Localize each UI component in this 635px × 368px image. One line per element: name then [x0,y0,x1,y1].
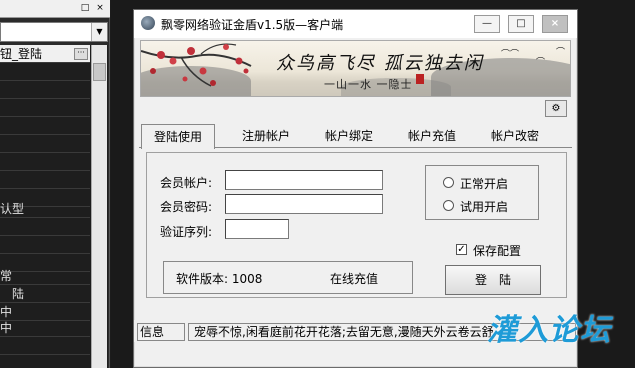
ide-row[interactable] [0,117,90,135]
tab-change-password[interactable]: 帐户改密 [478,124,552,148]
ide-row[interactable] [0,337,90,355]
ide-scrollbar[interactable] [91,45,107,368]
ide-row[interactable]: 陆 [0,285,90,303]
banner-poem: 众鸟高飞尽 孤云独去闲 [276,53,484,74]
title-bar[interactable]: 飘零网络验证金盾v1.5版—客户端 — □ × [134,10,577,38]
ide-row[interactable] [0,236,90,254]
status-label: 信息 [137,323,185,341]
ide-row[interactable] [0,63,90,81]
window-title: 飘零网络验证金盾v1.5版—客户端 [161,18,344,32]
app-logo-icon [141,16,155,30]
password-label: 会员密码: [160,200,213,214]
tab-login[interactable]: 登陆使用 [141,124,215,149]
ide-side-panel: □ × ▼ 钮_登陆 认型 常 陆 中 中 ··· [0,0,110,368]
ide-row[interactable] [0,153,90,171]
bird-icon: ⌒ [536,58,546,68]
ide-row[interactable]: 认型 [0,200,90,218]
account-label: 会员帐户: [160,176,213,190]
ide-row[interactable]: 中 [0,319,90,337]
tab-recharge[interactable]: 帐户充值 [395,124,469,148]
trial-mode-label[interactable]: 试用开启 [460,198,508,215]
info-group: 软件版本: 1008 在线充值 [163,261,413,294]
tab-bind[interactable]: 帐户绑定 [312,124,386,148]
tab-register[interactable]: 注册帐户 [229,124,303,148]
bird-icon: ⌒ [556,48,566,58]
login-button[interactable]: 登陆 [445,265,541,295]
banner-subtitle: 一山一水 一隐士 [324,78,413,91]
ide-row[interactable]: 常 [0,267,90,285]
normal-mode-label[interactable]: 正常开启 [460,175,508,192]
seal-stamp [416,74,424,84]
maximize-button[interactable]: □ [508,15,534,33]
ide-panel-header: □ × [0,0,110,18]
ellipsis-icon[interactable]: ··· [74,48,88,60]
serial-label: 验证序列: [160,225,213,239]
close-button[interactable]: × [542,15,568,33]
restore-icon[interactable]: □ [80,3,90,13]
chevron-down-icon[interactable]: ▼ [91,23,107,41]
ide-row[interactable] [0,171,90,189]
tab-strip: 登陆使用 注册帐户 帐户绑定 帐户充值 帐户改密 [139,124,572,149]
ide-object-dropdown[interactable]: ▼ [0,22,108,42]
mode-group: 正常开启 试用开启 [425,165,539,220]
login-page: 会员帐户: 会员密码: 验证序列: 正常开启 试用开启 ✓ 保存配置 软件版本:… [146,152,567,298]
ide-row[interactable] [0,81,90,99]
settings-icon-button[interactable]: ⚙ [545,100,567,117]
account-input[interactable] [225,170,383,190]
close-icon[interactable]: × [95,3,105,13]
header-banner: 众鸟高飞尽 孤云独去闲 一山一水 一隐士 ⌒⌒ ⌒ ⌒ [140,40,571,97]
normal-mode-radio[interactable] [443,177,454,188]
password-input[interactable] [225,194,383,214]
recharge-online-link[interactable]: 在线充值 [330,270,378,287]
version-text: 软件版本: 1008 [176,272,263,286]
ide-row[interactable] [0,99,90,117]
plum-blossom-icon [141,43,252,87]
ide-row[interactable] [0,218,90,236]
save-config-checkbox[interactable]: ✓ [456,244,467,255]
scrollbar-thumb[interactable] [93,63,106,81]
minimize-button[interactable]: — [474,15,500,33]
save-config-label[interactable]: 保存配置 [473,242,521,259]
watermark-logo: 灌入论坛 [487,313,611,348]
bird-icon: ⌒⌒ [501,50,520,60]
trial-mode-radio[interactable] [443,200,454,211]
serial-input[interactable] [225,219,289,239]
ide-row[interactable] [0,135,90,153]
